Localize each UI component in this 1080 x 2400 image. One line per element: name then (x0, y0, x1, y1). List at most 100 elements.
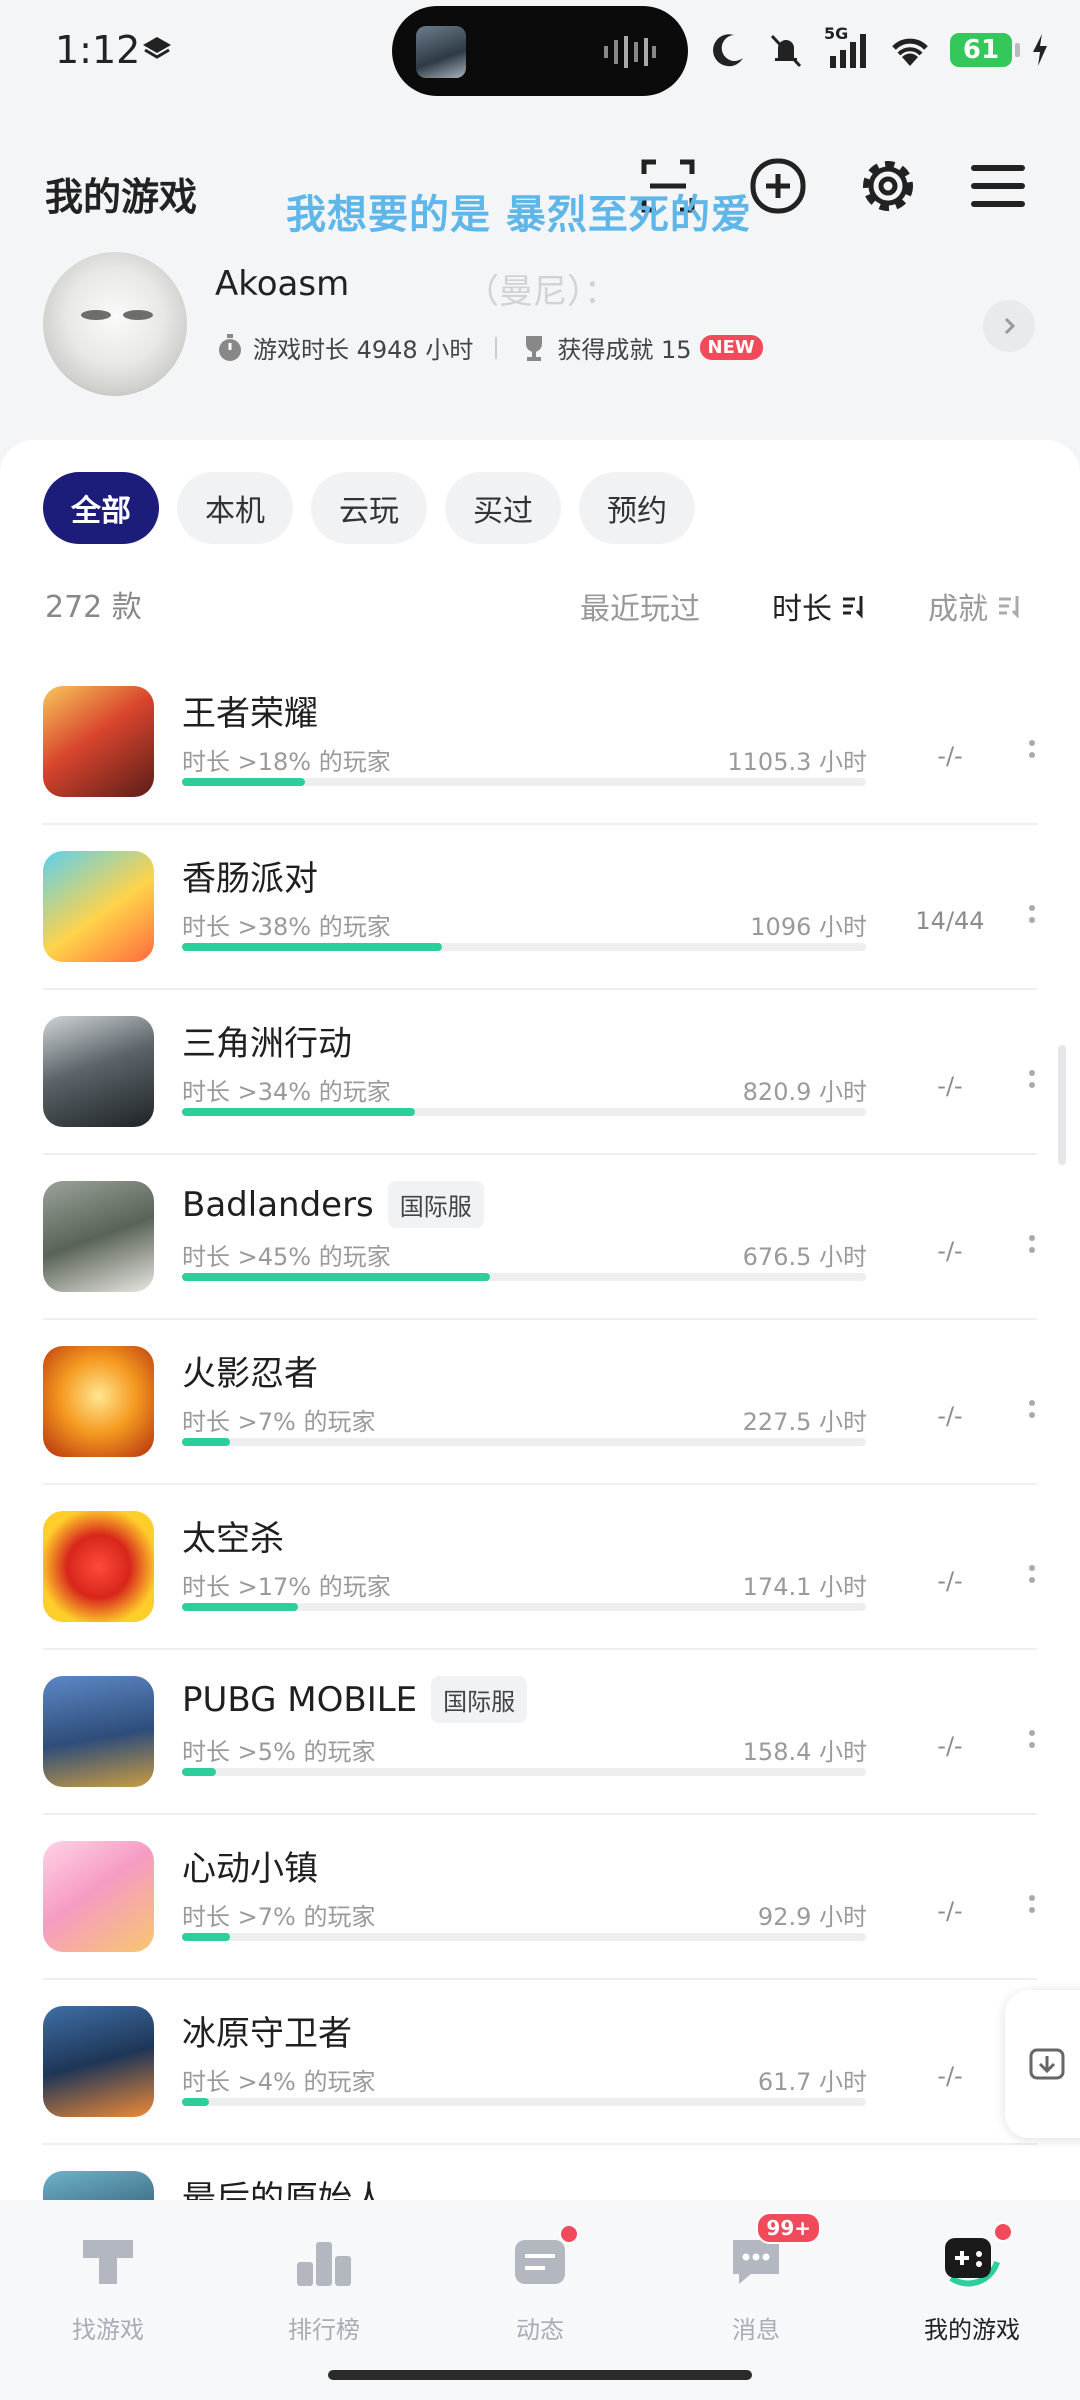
leaderboard-icon (297, 2242, 351, 2286)
playtime-progress-fill (182, 1108, 415, 1116)
game-row[interactable]: 火影忍者 时长 >7% 的玩家 227.5 小时 -/- (0, 1320, 1080, 1485)
game-icon[interactable] (43, 851, 154, 962)
more-options-icon[interactable] (1027, 1235, 1037, 1265)
page-title: 我的游戏 (45, 175, 198, 219)
avatar[interactable] (43, 252, 187, 396)
scrollbar[interactable] (1058, 1045, 1066, 1165)
home-indicator[interactable] (328, 2370, 752, 2380)
achievement-progress: -/- (937, 2062, 963, 2090)
playtime-percentile: 时长 >38% 的玩家 (182, 913, 391, 941)
playtime-hours: 227.5 小时 (742, 1408, 867, 1436)
game-name-wrap: 王者荣耀 (182, 686, 318, 735)
profile-chevron-right-icon[interactable] (983, 300, 1035, 352)
playtime-progress-fill (182, 1438, 230, 1446)
username: Akoasm (215, 264, 350, 304)
dynamic-island[interactable] (392, 6, 688, 96)
tab-purchased[interactable]: 买过 (445, 472, 561, 544)
settings-icon[interactable] (856, 154, 920, 218)
nav-my-games[interactable]: 我的游戏 (897, 2222, 1047, 2345)
charging-bolt-icon (1033, 34, 1047, 66)
game-name-wrap: 火影忍者 (182, 1346, 318, 1395)
floating-download-button[interactable] (1005, 1990, 1080, 2138)
moon-icon (713, 34, 743, 67)
playtime-progress-bar (182, 2098, 866, 2106)
game-row[interactable]: 心动小镇 时长 >7% 的玩家 92.9 小时 -/- (0, 1815, 1080, 1980)
game-icon[interactable] (43, 1346, 154, 1457)
achievements-stat: 获得成就 15 (557, 336, 692, 364)
playtime-percentile: 时长 >18% 的玩家 (182, 748, 391, 776)
game-name: 王者荣耀 (182, 694, 318, 734)
game-icon[interactable] (43, 1511, 154, 1622)
sort-duration[interactable]: 时长 (772, 584, 868, 628)
stopwatch-icon (219, 333, 241, 361)
tab-local[interactable]: 本机 (177, 472, 293, 544)
achievement-progress: 14/44 (915, 907, 985, 935)
game-icon[interactable] (43, 2171, 154, 2200)
more-options-icon[interactable] (1027, 1400, 1037, 1430)
playtime-progress-fill (182, 1603, 299, 1611)
game-row[interactable]: 冰原守卫者 时长 >4% 的玩家 61.7 小时 -/- (0, 1980, 1080, 2145)
playtime-percentile: 时长 >45% 的玩家 (182, 1243, 391, 1271)
nav-messages[interactable]: 99+ 消息 (681, 2212, 831, 2345)
game-row[interactable]: 三角洲行动 时长 >34% 的玩家 820.9 小时 -/- (0, 990, 1080, 1155)
playtime-progress-bar (182, 778, 866, 786)
playtime-progress-fill (182, 1273, 490, 1281)
game-row[interactable]: 太空杀 时长 >17% 的玩家 174.1 小时 -/- (0, 1485, 1080, 1650)
tab-reserved[interactable]: 预约 (579, 472, 695, 544)
more-options-icon[interactable] (1027, 740, 1037, 770)
game-icon[interactable] (43, 686, 154, 797)
playtime-progress-bar (182, 1108, 866, 1116)
more-options-icon[interactable] (1027, 1730, 1037, 1760)
playtime-progress-bar (182, 1768, 866, 1776)
game-icon[interactable] (43, 2006, 154, 2117)
lyric-overlay-secondary: （曼尼）： (465, 272, 618, 312)
add-icon[interactable] (746, 154, 810, 218)
playtime-hours: 158.4 小时 (742, 1738, 867, 1766)
region-tag: 国际服 (431, 1676, 528, 1723)
game-icon[interactable] (43, 1676, 154, 1787)
playtime-hours: 92.9 小时 (757, 1903, 867, 1931)
game-name-wrap: Badlanders 国际服 (182, 1181, 484, 1228)
mute-bell-icon (770, 34, 802, 68)
playtime-percentile: 时长 >7% 的玩家 (182, 1903, 376, 1931)
status-time: 1:12 (55, 28, 141, 72)
more-options-icon[interactable] (1027, 905, 1037, 935)
game-row[interactable]: 香肠派对 时长 >38% 的玩家 1096 小时 14/44 (0, 825, 1080, 990)
nav-find-games[interactable]: 找游戏 (33, 2228, 183, 2345)
list-toolbar: 272 款 最近玩过 时长 成就 (45, 578, 1035, 628)
playtime-progress-bar (182, 1273, 866, 1281)
playtime-progress-fill (182, 2098, 210, 2106)
nav-feed[interactable]: 动态 (465, 2224, 615, 2345)
more-options-icon[interactable] (1027, 1895, 1037, 1925)
more-options-icon[interactable] (1027, 1565, 1037, 1595)
game-row[interactable]: 最后的原始人 (0, 2145, 1080, 2200)
nav-leaderboard[interactable]: 排行榜 (249, 2228, 399, 2345)
sort-achievement[interactable]: 成就 (928, 584, 1024, 628)
sort-recent[interactable]: 最近玩过 (580, 584, 700, 628)
game-icon[interactable] (43, 1181, 154, 1292)
game-row[interactable]: Badlanders 国际服 时长 >45% 的玩家 676.5 小时 -/- (0, 1155, 1080, 1320)
playtime-hours: 1096 小时 (750, 913, 867, 941)
game-row[interactable]: PUBG MOBILE 国际服 时长 >5% 的玩家 158.4 小时 -/- (0, 1650, 1080, 1815)
sort-icon (999, 596, 1019, 619)
playtime-percentile: 时长 >34% 的玩家 (182, 1078, 391, 1106)
achievement-progress: -/- (937, 1897, 963, 1925)
game-name: 三角洲行动 (182, 1024, 352, 1064)
playtime-hours: 174.1 小时 (742, 1573, 867, 1601)
more-options-icon[interactable] (1027, 1070, 1037, 1100)
game-name: 最后的原始人 (182, 2179, 386, 2200)
audio-wave-icon (604, 36, 656, 68)
profile-stats: 游戏时长 4948 小时 获得成就 15 NEW (215, 330, 763, 365)
game-row[interactable]: 王者荣耀 时长 >18% 的玩家 1105.3 小时 -/- (0, 660, 1080, 825)
profile-section[interactable]: Akoasm （曼尼）： 游戏时长 4948 小时 获得成就 15 NEW (0, 250, 1080, 420)
menu-icon[interactable] (966, 154, 1030, 218)
game-icon[interactable] (43, 1841, 154, 1952)
game-count: 272 款 (45, 590, 142, 625)
tab-all[interactable]: 全部 (43, 472, 159, 544)
page-header: 我的游戏 我想要的是 暴烈至死的爱 (0, 130, 1080, 250)
playtime-hours: 676.5 小时 (742, 1243, 867, 1271)
game-icon[interactable] (43, 1016, 154, 1127)
playtime-stat: 游戏时长 4948 小时 (253, 336, 474, 364)
tab-cloud[interactable]: 云玩 (311, 472, 427, 544)
status-bar: 1:12 5G 61 (0, 0, 1080, 100)
